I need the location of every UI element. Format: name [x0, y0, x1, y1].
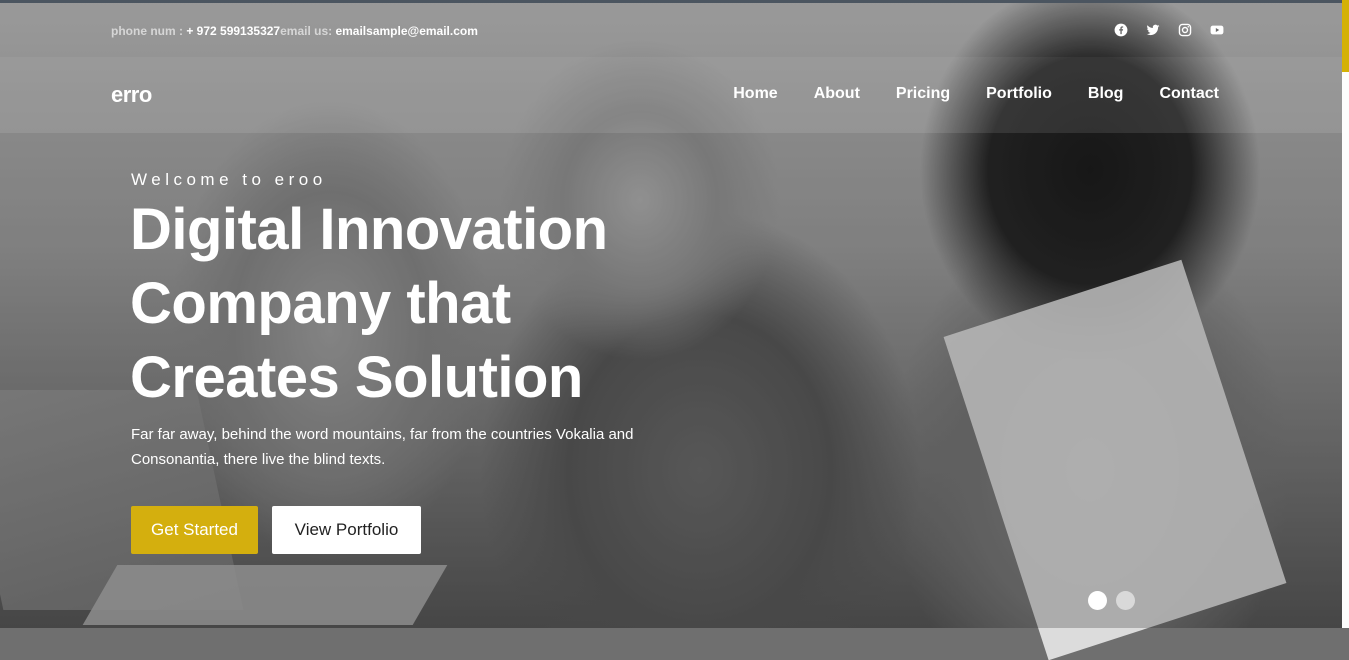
hero-description: Far far away, behind the word mountains,… — [131, 426, 634, 468]
nav-item-home[interactable]: Home — [733, 85, 777, 103]
site-logo[interactable]: erro — [111, 82, 152, 108]
scrollbar-track[interactable] — [1342, 0, 1349, 628]
slider-dots — [1088, 591, 1135, 610]
phone-number[interactable]: + 972 599135327 — [186, 24, 280, 38]
nav-item-blog[interactable]: Blog — [1088, 85, 1124, 103]
top-info-bar: phone num : + 972 599135327email us: ema… — [0, 3, 1342, 57]
contact-info: phone num : + 972 599135327email us: ema… — [111, 24, 478, 38]
facebook-icon[interactable] — [1114, 23, 1128, 37]
slider-dot-2[interactable] — [1116, 591, 1135, 610]
nav-item-contact[interactable]: Contact — [1159, 85, 1219, 103]
main-navbar: erro Home About Pricing Portfolio Blog C… — [0, 57, 1342, 133]
headline-line: Creates Solution — [130, 345, 583, 410]
hero-headline: Digital Innovation Company that Creates … — [130, 193, 770, 415]
slider-dot-1[interactable] — [1088, 591, 1107, 610]
nav-menu: Home About Pricing Portfolio Blog Contac… — [733, 85, 1219, 103]
headline-line: Digital Innovation — [130, 197, 608, 262]
hero-eyebrow: Welcome to eroo — [131, 170, 327, 189]
nav-item-about[interactable]: About — [814, 85, 860, 103]
scrollbar-thumb[interactable] — [1342, 0, 1349, 72]
email-label: email us: — [280, 24, 336, 38]
youtube-icon[interactable] — [1210, 23, 1224, 37]
phone-label: phone num : — [111, 24, 187, 38]
view-portfolio-button[interactable]: View Portfolio — [272, 506, 421, 554]
email-address[interactable]: emailsample@email.com — [335, 24, 477, 38]
nav-item-portfolio[interactable]: Portfolio — [986, 85, 1052, 103]
twitter-icon[interactable] — [1146, 23, 1160, 37]
get-started-button[interactable]: Get Started — [131, 506, 258, 554]
nav-item-pricing[interactable]: Pricing — [896, 85, 950, 103]
headline-line: Company that — [130, 271, 511, 336]
instagram-icon[interactable] — [1178, 23, 1192, 37]
social-links — [1114, 23, 1224, 37]
